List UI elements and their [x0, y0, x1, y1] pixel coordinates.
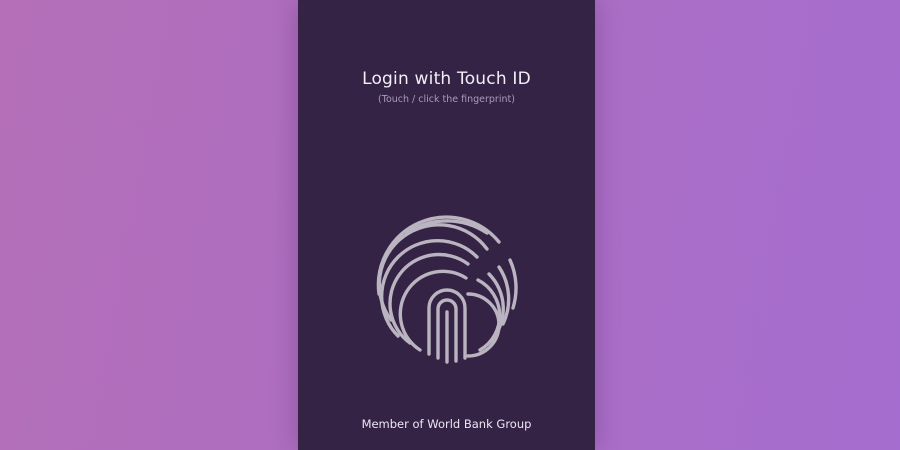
login-panel: Login with Touch ID (Touch / click the f…: [298, 0, 595, 450]
fingerprint-ridge: [508, 258, 518, 310]
page-title: Login with Touch ID: [362, 69, 531, 89]
fingerprint-icon: [376, 215, 518, 364]
instruction-text: (Touch / click the fingerprint): [378, 94, 515, 105]
footer-text: Member of World Bank Group: [361, 417, 532, 431]
fingerprint-button[interactable]: [367, 208, 527, 368]
